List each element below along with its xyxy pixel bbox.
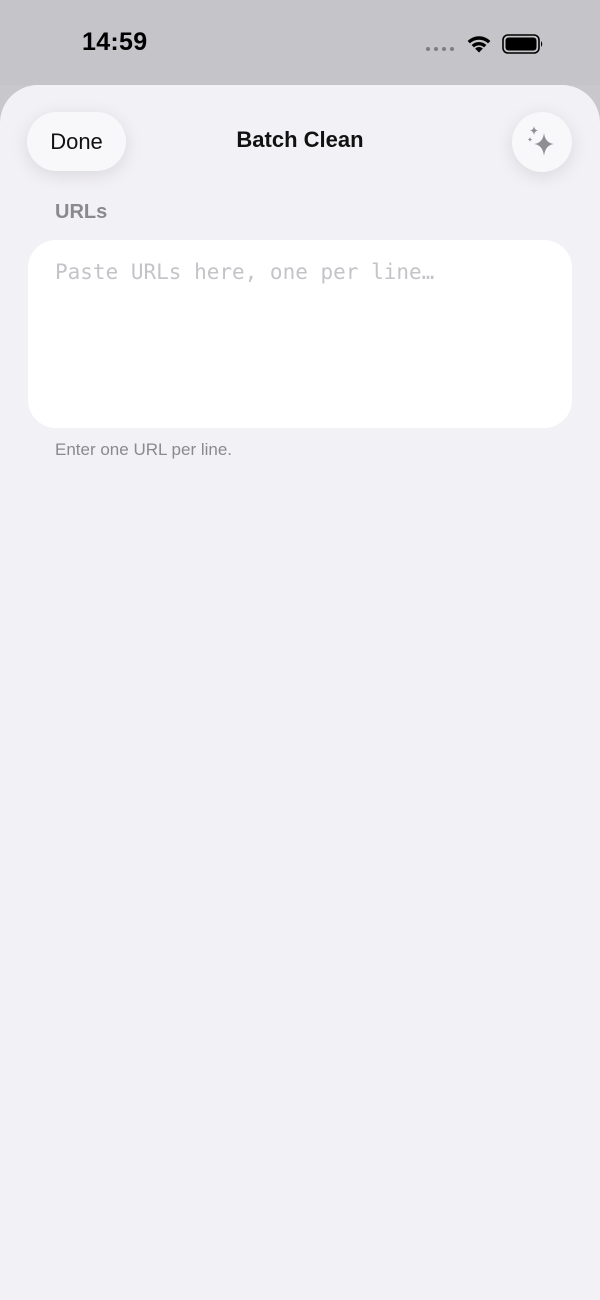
status-bar: 14:59 — [0, 0, 600, 85]
urls-text-area-container — [28, 240, 572, 428]
status-time: 14:59 — [82, 28, 148, 56]
battery-icon — [502, 34, 543, 54]
cellular-signal-icon — [426, 47, 454, 51]
urls-hint: Enter one URL per line. — [55, 440, 233, 459]
sparkle-button[interactable] — [512, 112, 572, 172]
batch-clean-sheet: Done Batch Clean URLs Enter one URL per … — [0, 85, 600, 1300]
page-title: Batch Clean — [236, 127, 364, 152]
wifi-icon — [467, 36, 491, 53]
urls-input[interactable] — [55, 260, 545, 408]
sparkles-icon — [527, 126, 554, 156]
urls-section-label: URLs — [55, 201, 108, 223]
